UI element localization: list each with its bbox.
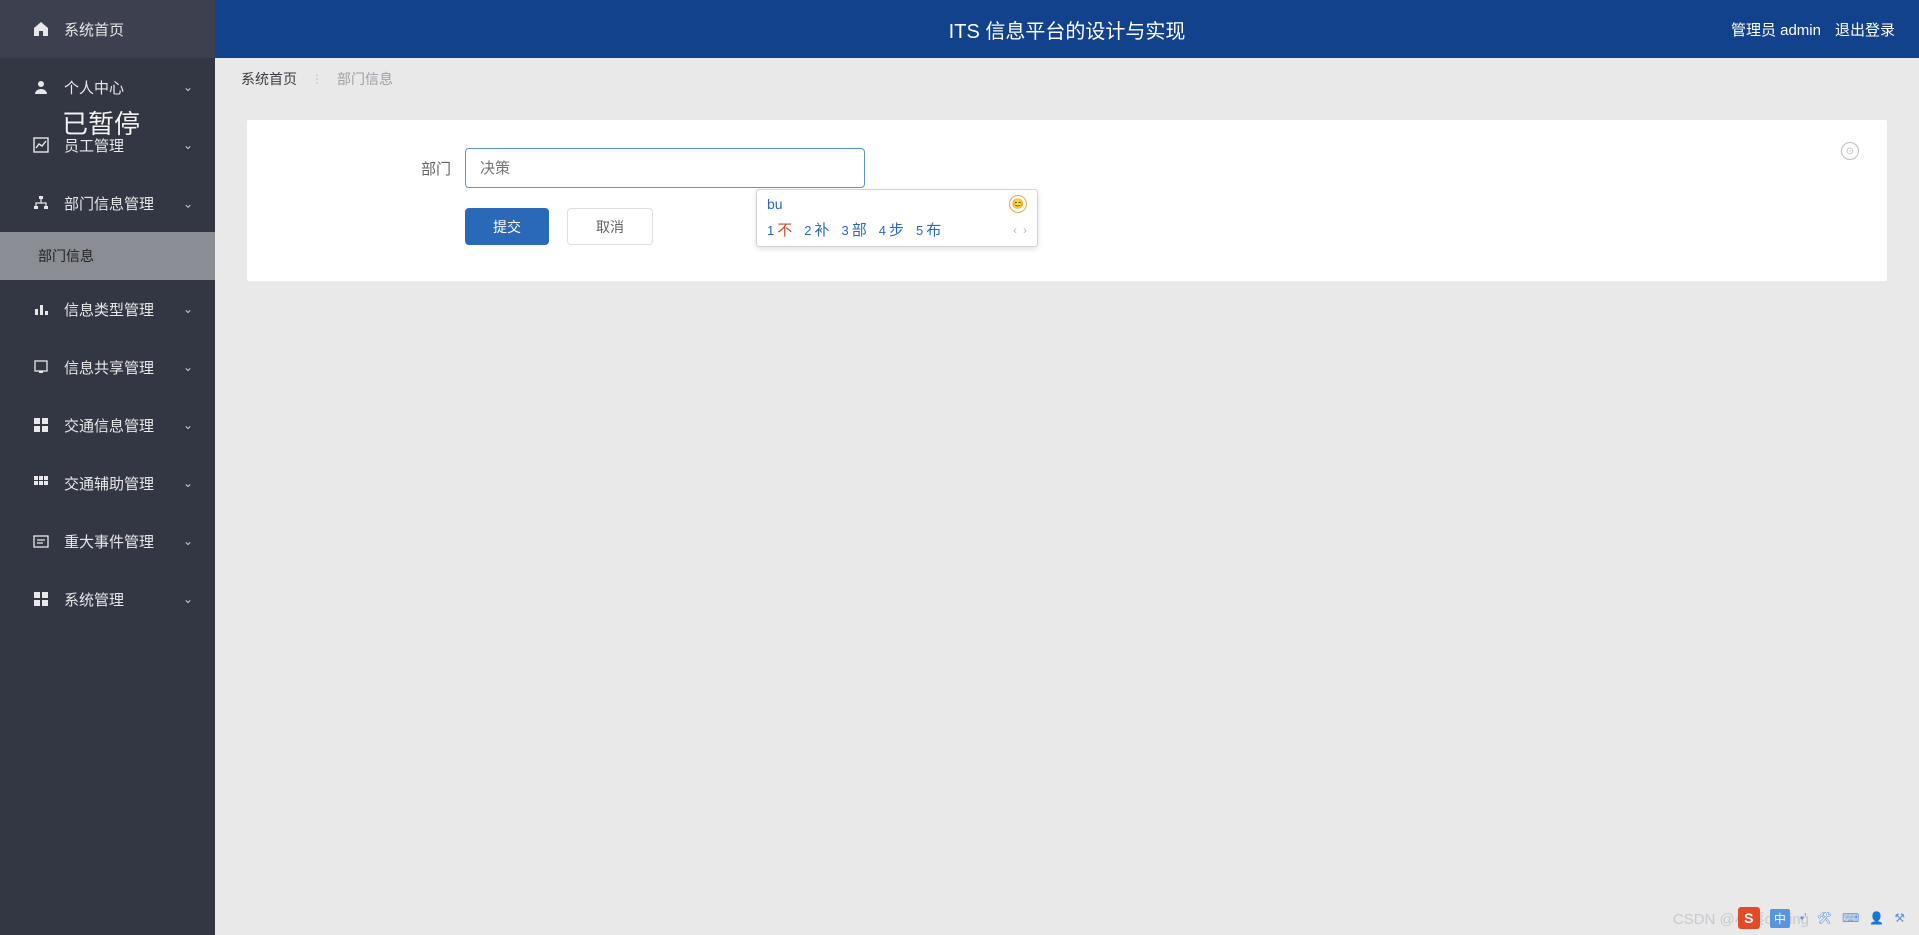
subnav-label: 部门信息 (38, 246, 94, 266)
ime-pager[interactable]: ‹› (1013, 223, 1027, 237)
nav-label: 信息共享管理 (64, 357, 183, 378)
ime-candidate[interactable]: 4步 (879, 219, 904, 240)
ime-emoji-icon[interactable]: 😊 (1009, 195, 1027, 213)
ime-candidate[interactable]: 5布 (916, 219, 941, 240)
chevron-down-icon: ⌄ (183, 360, 193, 374)
form-card: ⊙ 部门 提交 取消 (247, 120, 1887, 281)
user-label[interactable]: 管理员 admin (1731, 19, 1821, 40)
grid-icon (32, 416, 50, 434)
chart-icon (32, 136, 50, 154)
nav-label: 重大事件管理 (64, 531, 183, 552)
submit-button[interactable]: 提交 (465, 208, 549, 245)
sidebar: 系统首页 个人中心 ⌄ 员工管理 ⌄ 部门信息管理 ⌃ 部门信息 信息类型管理 … (0, 0, 215, 935)
nav-label: 交通辅助管理 (64, 473, 183, 494)
chevron-down-icon: ⌄ (183, 302, 193, 316)
nav-home[interactable]: 系统首页 (0, 0, 215, 58)
gear-icon (32, 590, 50, 608)
chevron-left-icon[interactable]: ‹ (1013, 223, 1017, 237)
nav-label: 系统首页 (64, 19, 193, 40)
chevron-down-icon: ⌄ (183, 534, 193, 548)
logout-link[interactable]: 退出登录 (1835, 19, 1895, 40)
breadcrumb-home[interactable]: 系统首页 (241, 69, 297, 89)
nav-label: 员工管理 (64, 135, 183, 156)
app-title: ITS 信息平台的设计与实现 (949, 15, 1186, 44)
nav-label: 部门信息管理 (64, 193, 183, 214)
home-icon (32, 20, 50, 38)
nav-event[interactable]: 重大事件管理 ⌄ (0, 512, 215, 570)
chevron-down-icon: ⌄ (183, 592, 193, 606)
chevron-right-icon[interactable]: › (1023, 223, 1027, 237)
nav-profile[interactable]: 个人中心 ⌄ (0, 58, 215, 116)
ime-taskbar: S 中 •ʼ 🛠 ⌨ 👤 ⚒ (1738, 907, 1905, 929)
dept-input[interactable] (465, 148, 865, 188)
nav-system[interactable]: 系统管理 ⌄ (0, 570, 215, 628)
dept-label: 部门 (287, 158, 465, 179)
nav-label: 个人中心 (64, 77, 183, 98)
breadcrumb-sep-icon: ⋮ (311, 72, 323, 86)
ime-candidate[interactable]: 3部 (842, 219, 867, 240)
cancel-button[interactable]: 取消 (567, 208, 653, 245)
breadcrumb-current: 部门信息 (337, 69, 393, 89)
chevron-down-icon: ⌄ (183, 418, 193, 432)
event-icon (32, 532, 50, 550)
nav-infotype[interactable]: 信息类型管理 ⌄ (0, 280, 215, 338)
ime-tool-icon[interactable]: 🛠 (1817, 911, 1832, 925)
chevron-down-icon: ⌄ (183, 476, 193, 490)
ime-candidate[interactable]: 2补 (804, 219, 829, 240)
ime-popup[interactable]: bu 😊 1不 2补 3部 4步 5布 ‹› (756, 189, 1038, 247)
nav-traffic[interactable]: 交通信息管理 ⌄ (0, 396, 215, 454)
chevron-up-icon: ⌃ (183, 196, 193, 210)
nav-label: 信息类型管理 (64, 299, 183, 320)
nav-traffic-aux[interactable]: 交通辅助管理 ⌄ (0, 454, 215, 512)
nav-staff[interactable]: 员工管理 ⌄ (0, 116, 215, 174)
ime-user-icon[interactable]: 👤 (1869, 911, 1884, 925)
tree-icon (32, 194, 50, 212)
user-icon (32, 78, 50, 96)
nav-share[interactable]: 信息共享管理 ⌄ (0, 338, 215, 396)
ime-lang[interactable]: 中 (1770, 909, 1790, 928)
nav-label: 系统管理 (64, 589, 183, 610)
subnav-dept-info[interactable]: 部门信息 (0, 232, 215, 280)
chevron-down-icon: ⌄ (183, 80, 193, 94)
topbar: ITS 信息平台的设计与实现 管理员 admin 退出登录 (215, 0, 1919, 58)
ime-menu-icon[interactable]: ⚒ (1894, 911, 1905, 925)
sogou-icon[interactable]: S (1738, 907, 1760, 929)
grid2-icon (32, 474, 50, 492)
breadcrumb: 系统首页 ⋮ 部门信息 (215, 58, 1919, 100)
ime-keyboard-icon[interactable]: ⌨ (1842, 911, 1859, 925)
main-area: ITS 信息平台的设计与实现 管理员 admin 退出登录 系统首页 ⋮ 部门信… (215, 0, 1919, 935)
ime-punct-icon[interactable]: •ʼ (1800, 911, 1807, 925)
ime-candidate[interactable]: 1不 (767, 219, 792, 240)
nav-label: 交通信息管理 (64, 415, 183, 436)
share-icon (32, 358, 50, 376)
ime-buffer: bu (767, 196, 783, 212)
chevron-down-icon: ⌄ (183, 138, 193, 152)
nav-dept[interactable]: 部门信息管理 ⌃ (0, 174, 215, 232)
bar-icon (32, 300, 50, 318)
